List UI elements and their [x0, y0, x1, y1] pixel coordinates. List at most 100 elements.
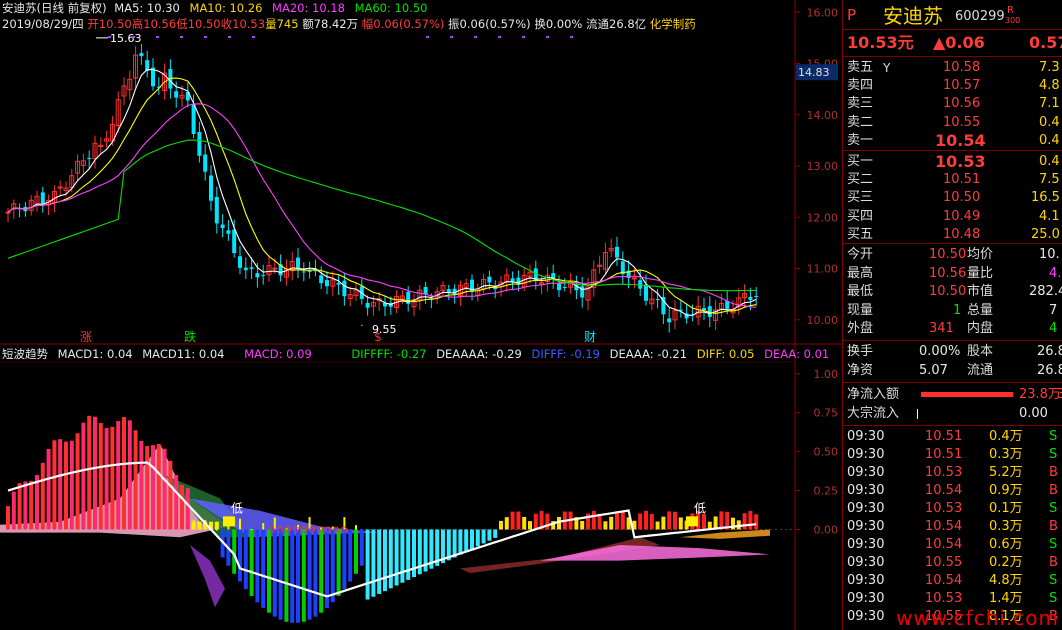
histogram-bar — [644, 510, 648, 530]
top-dot-marker — [522, 36, 525, 38]
candle-body — [203, 154, 208, 172]
histogram-bar — [174, 475, 179, 530]
deaa-label: DEAA: 0.01 — [764, 347, 830, 361]
ask-volume: 4.8 — [1039, 78, 1060, 94]
net-inflow-label: 净流入额 — [847, 387, 900, 402]
indicator-axis-label: 0.75 — [814, 407, 839, 420]
trade-row[interactable]: 09:30 10.51 0.3万 S — [847, 446, 1062, 464]
bid-volume: 25.0 — [1031, 226, 1060, 242]
current-price-tag-label: 14.83 — [798, 66, 830, 79]
histogram-bar — [197, 521, 202, 530]
trade-volume: 0.1万 — [989, 501, 1023, 516]
histogram-bar — [243, 529, 248, 589]
stat-label: 最低 — [847, 284, 874, 300]
histogram-bar — [481, 529, 486, 544]
trade-row[interactable]: 09:30 10.51 0.4万 S — [847, 428, 1062, 446]
bid-volume: 4.1 — [1039, 208, 1060, 224]
indicator-axis-label: 0.00 — [814, 523, 839, 536]
candle-body — [470, 279, 474, 292]
trade-price: 10.54 — [925, 519, 963, 534]
price-axis-label: 14.00 — [807, 109, 839, 122]
histogram-bar — [673, 511, 677, 530]
trade-row[interactable]: 09:30 10.54 4.8万 S — [847, 572, 1062, 590]
trade-price: 10.51 — [925, 447, 963, 462]
code-badge-sub: 300 — [1005, 16, 1021, 25]
trade-side: B — [1049, 519, 1058, 534]
candle-body — [655, 299, 660, 301]
histogram-bar — [64, 441, 68, 530]
ma5-label: MA5: 10.30 — [114, 1, 180, 15]
trade-price: 10.55 — [925, 555, 963, 570]
trade-side: B — [1049, 465, 1058, 480]
stat-value: 7 — [1049, 302, 1058, 318]
histogram-bar — [470, 529, 474, 550]
histogram-bar — [359, 529, 364, 566]
histogram-bar — [510, 511, 515, 530]
bid-label: 买三 — [847, 190, 874, 206]
candle-body — [748, 296, 753, 300]
high-label: 高10.56 — [131, 17, 177, 31]
pink-band-2 — [540, 545, 770, 561]
stat-label: 外盘 — [847, 321, 874, 337]
stat-label: 量比 — [967, 265, 994, 281]
stat-label: 均价 — [967, 247, 994, 262]
trade-side: S — [1049, 429, 1058, 444]
trade-row[interactable]: 09:30 10.54 0.9万 B — [847, 482, 1062, 500]
histogram-bar — [603, 521, 608, 530]
stat-value: 5.07 — [919, 362, 948, 378]
histogram-bar — [87, 415, 92, 530]
candle-body — [365, 302, 370, 308]
histogram-bar — [667, 511, 672, 530]
trade-price: 10.53 — [925, 501, 963, 516]
kline-chart-svg[interactable]: 16.0015.0014.0013.0012.0011.0010.0014.83… — [0, 0, 842, 630]
histogram-bar — [110, 426, 115, 530]
stat-value: 282.4 — [1029, 284, 1062, 300]
histogram-bar — [355, 525, 357, 530]
candle-body — [5, 211, 11, 214]
stat-label: 现量 — [847, 302, 874, 318]
candle-body — [307, 270, 312, 272]
stat-value: 4. — [1049, 265, 1062, 281]
histogram-bar — [377, 529, 382, 594]
candle-body — [754, 295, 759, 297]
trade-price: 10.53 — [925, 465, 963, 480]
chart-header: 安迪苏(日线 前复权) MA5: 10.30 MA10: 10.26 MA20:… — [0, 0, 790, 34]
ask-volume: 0.4 — [1039, 114, 1060, 130]
macd1-label: MACD1: 0.04 — [57, 347, 133, 361]
bid-price: 10.50 — [943, 190, 981, 206]
histogram-bar — [330, 529, 335, 603]
histogram-bar — [127, 420, 132, 530]
indicator-axis-label: 0.25 — [814, 485, 839, 498]
amount-label: 额78.42万 — [302, 17, 359, 31]
trade-side: S — [1049, 501, 1058, 516]
top-dot-marker — [132, 36, 135, 38]
ask-volume: 7.1 — [1039, 96, 1060, 112]
trade-row[interactable]: 09:30 10.53 5.2万 B — [847, 464, 1062, 482]
histogram-bar — [156, 443, 161, 530]
trade-row[interactable]: 09:30 10.54 0.6万 S — [847, 536, 1062, 554]
low-signal-label: 低 — [231, 501, 243, 515]
net-inflow-extra: 3 — [1057, 387, 1062, 402]
ma20-label: MA20: 10.18 — [272, 1, 345, 15]
top-dot-marker — [570, 36, 573, 38]
chart-area[interactable]: 16.00 15.00 14.00 13.00 12.00 11.00 10.00 14.83… — [0, 0, 842, 630]
candle-body — [238, 256, 242, 268]
trade-row[interactable]: 09:30 10.53 0.1万 S — [847, 500, 1062, 518]
histogram-bar — [406, 529, 411, 580]
trade-row[interactable]: 09:30 10.55 0.2万 B — [847, 554, 1062, 572]
histogram-bar — [6, 506, 10, 530]
histogram-bar — [615, 511, 619, 530]
top-dot-marker — [546, 36, 549, 38]
trade-row[interactable]: 09:30 10.54 0.3万 B — [847, 518, 1062, 536]
stat-label: 最高 — [847, 265, 874, 281]
histogram-bar — [250, 528, 253, 530]
low-signal-square — [223, 516, 235, 527]
candlesticks[interactable] — [5, 43, 759, 333]
histogram-bar — [504, 517, 509, 530]
histogram-bar — [58, 439, 63, 530]
stock-title: 安迪苏(日线 前复权) — [2, 1, 107, 15]
histogram-bar — [284, 529, 289, 622]
trade-side: B — [1049, 483, 1058, 498]
candle-body — [336, 282, 341, 285]
deaaaa-label: DEAAAA: -0.29 — [436, 347, 522, 361]
